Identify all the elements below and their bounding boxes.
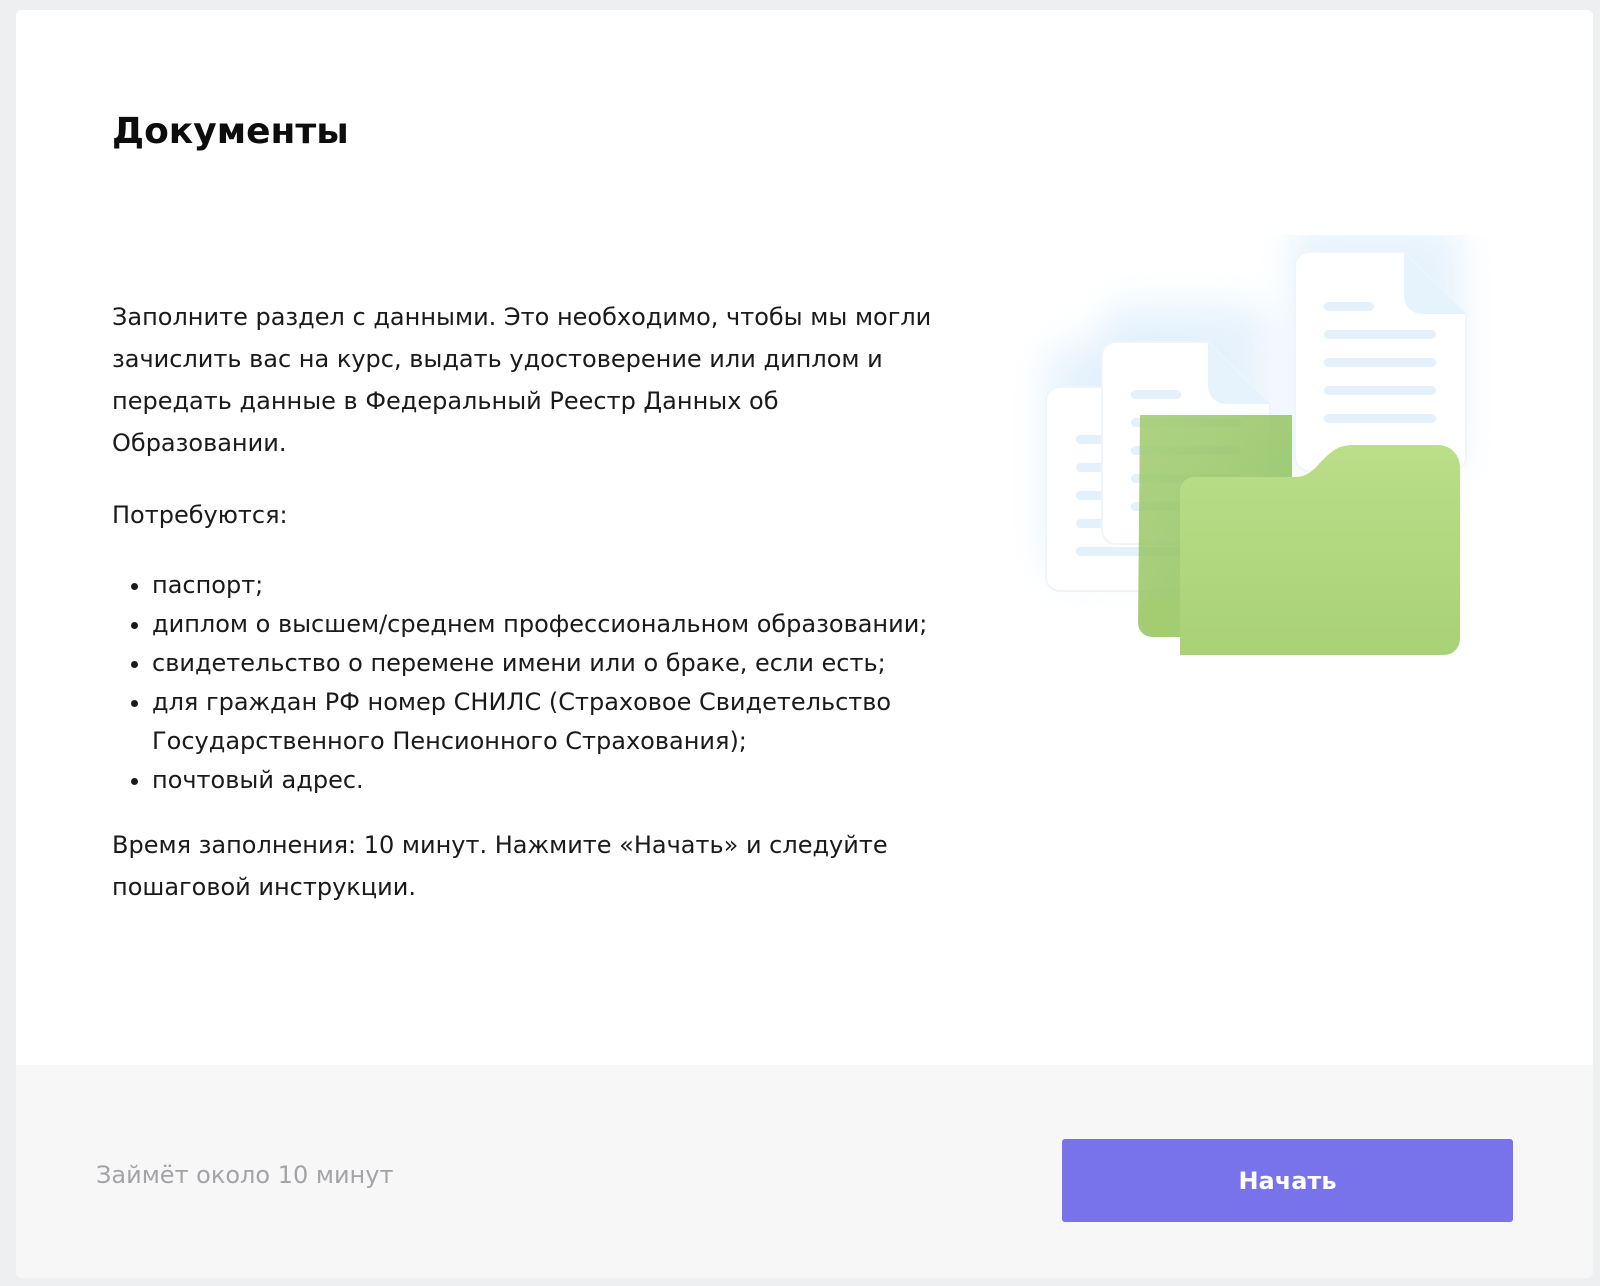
documents-card: Документы Заполните раздел с данными. Эт… [16, 10, 1593, 1278]
list-item: для граждан РФ номер СНИЛС (Страховое Св… [152, 683, 972, 761]
documents-illustration [1045, 225, 1467, 655]
instructions-block: Заполните раздел с данными. Это необходи… [112, 296, 972, 908]
list-item: свидетельство о перемене имени или о бра… [152, 644, 972, 683]
documents-folder-icon [1006, 225, 1506, 665]
card-footer: Займёт около 10 минут Начать [16, 1065, 1593, 1278]
time-note: Время заполнения: 10 минут. Нажмите «Нач… [112, 831, 888, 901]
intro-description: Заполните раздел с данными. Это необходи… [112, 303, 932, 457]
page-title: Документы [112, 111, 349, 152]
start-button[interactable]: Начать [1062, 1139, 1513, 1222]
requirements-heading: Потребуются: [112, 501, 288, 529]
documents-content: Документы Заполните раздел с данными. Эт… [16, 10, 1593, 1065]
list-item: диплом о высшем/среднем профессиональном… [152, 605, 972, 644]
list-item: почтовый адрес. [152, 761, 972, 800]
duration-label: Займёт около 10 минут [96, 1161, 394, 1189]
list-item: паспорт; [152, 566, 972, 605]
requirements-list: паспорт; диплом о высшем/среднем професс… [112, 566, 972, 800]
